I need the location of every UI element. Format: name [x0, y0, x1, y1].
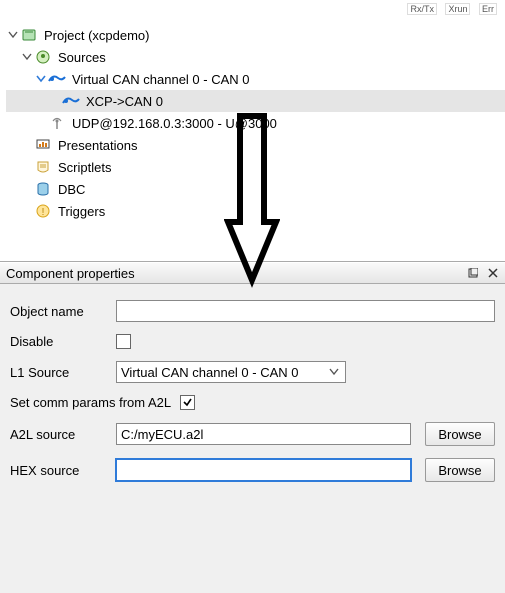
tree-node-udp[interactable]: UDP@192.168.0.3:3000 - U@3000: [6, 112, 505, 134]
dock-toggle-button[interactable]: [465, 265, 481, 281]
scriptlets-icon: [34, 158, 52, 176]
tree-label: Sources: [56, 49, 108, 66]
close-icon[interactable]: [485, 265, 501, 281]
set-comm-checkbox[interactable]: [180, 395, 195, 410]
tree-node-triggers[interactable]: ! Triggers: [6, 200, 505, 222]
tree-node-scriptlets[interactable]: Scriptlets: [6, 156, 505, 178]
tree-node-virtual-can[interactable]: Virtual CAN channel 0 - CAN 0: [6, 68, 505, 90]
tree-label: Project (xcpdemo): [42, 27, 151, 44]
panel-title: Component properties: [6, 266, 461, 281]
disable-checkbox[interactable]: [116, 334, 131, 349]
tree-label: DBC: [56, 181, 87, 198]
tree-label: XCP->CAN 0: [84, 93, 165, 110]
tree-node-presentations[interactable]: Presentations: [6, 134, 505, 156]
network-antenna-icon: [48, 114, 66, 132]
can-channel-icon: [62, 92, 80, 110]
chevron-down-icon: [327, 368, 341, 376]
l1-source-value: Virtual CAN channel 0 - CAN 0: [121, 365, 327, 380]
presentations-icon: [34, 136, 52, 154]
chevron-down-icon[interactable]: [34, 72, 48, 86]
disable-label: Disable: [10, 334, 116, 349]
l1-source-select[interactable]: Virtual CAN channel 0 - CAN 0: [116, 361, 346, 383]
component-properties-panel: Object name Disable L1 Source Virtual CA…: [0, 284, 505, 504]
sources-icon: [34, 48, 52, 66]
tree-label: Scriptlets: [56, 159, 113, 176]
component-properties-header: Component properties: [0, 262, 505, 284]
chevron-down-icon[interactable]: [20, 50, 34, 64]
svg-text:!: !: [42, 207, 45, 218]
status-xrun: Xrun: [445, 3, 470, 15]
set-comm-label: Set comm params from A2L: [10, 395, 180, 410]
status-err: Err: [479, 3, 497, 15]
object-name-input[interactable]: [116, 300, 495, 322]
database-icon: [34, 180, 52, 198]
a2l-browse-button[interactable]: Browse: [425, 422, 495, 446]
tree-node-project[interactable]: Project (xcpdemo): [6, 24, 505, 46]
tree-label: UDP@192.168.0.3:3000 - U@3000: [70, 115, 279, 132]
tree-node-sources[interactable]: Sources: [6, 46, 505, 68]
status-indicators: Rx/Tx Xrun Err: [401, 4, 497, 14]
tree-label: Triggers: [56, 203, 107, 220]
status-rxtx: Rx/Tx: [407, 3, 437, 15]
tree-label: Virtual CAN channel 0 - CAN 0: [70, 71, 252, 88]
tree-node-xcp-can[interactable]: XCP->CAN 0: [6, 90, 505, 112]
triggers-icon: !: [34, 202, 52, 220]
hex-source-label: HEX source: [10, 463, 116, 478]
a2l-source-input[interactable]: [116, 423, 411, 445]
hex-browse-button[interactable]: Browse: [425, 458, 495, 482]
project-icon: [20, 26, 38, 44]
tree-node-dbc[interactable]: DBC: [6, 178, 505, 200]
chevron-down-icon[interactable]: [6, 28, 20, 42]
can-channel-icon: [48, 70, 66, 88]
a2l-source-label: A2L source: [10, 427, 116, 442]
tree-label: Presentations: [56, 137, 140, 154]
hex-source-input[interactable]: [116, 459, 411, 481]
project-tree[interactable]: Project (xcpdemo) Sources Virtual CAN ch…: [0, 0, 505, 222]
object-name-label: Object name: [10, 304, 116, 319]
l1-source-label: L1 Source: [10, 365, 116, 380]
